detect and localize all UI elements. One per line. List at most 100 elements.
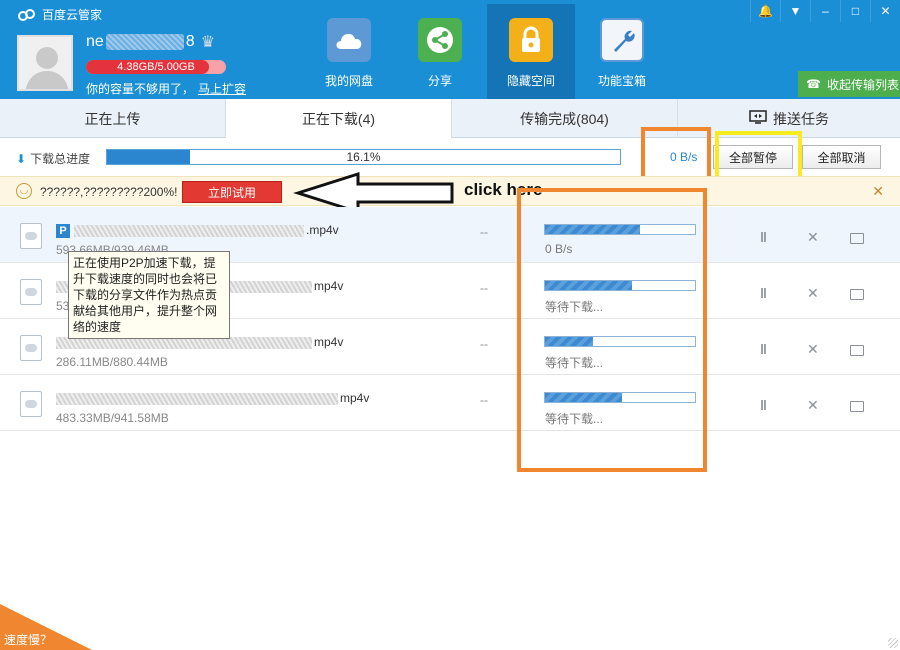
quota-note-text: 你的容量不够用了， [86, 82, 195, 96]
p2p-badge-icon: P [56, 223, 70, 238]
time-remaining: -- [480, 393, 488, 407]
pause-icon[interactable]: ‖ [760, 341, 768, 357]
folder-icon[interactable] [850, 233, 864, 244]
quota-note: 你的容量不够用了， 马上扩容 [86, 80, 246, 97]
close-icon[interactable]: ✕ [870, 0, 900, 22]
nav-label: 隐藏空间 [506, 74, 555, 88]
cancel-icon[interactable]: ✕ [807, 397, 819, 414]
folder-icon[interactable] [850, 345, 864, 356]
quota-bar: 4.38GB/5.00GB [86, 60, 226, 74]
video-file-icon [20, 391, 42, 417]
tab-uploading[interactable]: 正在上传 [0, 99, 226, 138]
time-remaining: -- [480, 281, 488, 295]
tab-label: 传输完成(804) [520, 110, 609, 127]
main-nav: 我的网盘 分享 隐藏空间 功能宝箱 [305, 4, 669, 99]
username-prefix: ne [86, 33, 104, 50]
p2p-tooltip: 正在使用P2P加速下载，提升下载速度的同时也会将已下载的分享文件作为热点贡献给其… [68, 251, 230, 339]
row-progress-bar [544, 280, 696, 291]
time-remaining: -- [480, 225, 488, 239]
file-ext: mp4v [314, 335, 344, 349]
notice-text: ??????,?????????200%! [40, 185, 178, 199]
total-progress-label: ⬇ 下载总进度 [16, 150, 90, 167]
cloud-icon [327, 18, 371, 62]
row-progress-fill [545, 225, 640, 234]
file-name-redacted [56, 392, 338, 405]
phone-icon: ☎ [806, 77, 821, 91]
speed-highlight-box [641, 127, 711, 183]
nav-toolbox[interactable]: 功能宝箱 [578, 4, 666, 99]
username-redacted [105, 34, 184, 50]
collapse-label: 收起传输列表 [826, 77, 899, 92]
window-controls: 🔔 ▼ – □ ✕ [750, 0, 900, 22]
nav-hidden-space[interactable]: 隐藏空间 [487, 4, 575, 99]
smile-icon: ◡ [16, 183, 32, 199]
tab-label: 正在下载(4) [301, 110, 376, 127]
row-progress-bar [544, 392, 696, 403]
tab-downloading[interactable]: 正在下载(4) [226, 99, 452, 139]
pause-icon[interactable]: ‖ [760, 397, 768, 413]
pause-icon[interactable]: ‖ [760, 229, 768, 245]
cancel-all-button[interactable]: 全部取消 [802, 145, 881, 169]
slow-speed-link[interactable]: 速度慢？ [4, 631, 52, 648]
app-title-text: 百度云管家 [42, 8, 103, 22]
avatar[interactable] [17, 35, 73, 91]
time-remaining: -- [480, 337, 488, 351]
resize-grip-icon[interactable] [888, 638, 898, 648]
header-bar: 百度云管家 🔔 ▼ – □ ✕ ne 8 ♛ 4.38GB/5.00GB 你的容… [0, 0, 900, 99]
close-icon[interactable]: ✕ [872, 183, 884, 200]
crown-icon[interactable]: ♛ [201, 32, 215, 52]
bell-icon[interactable]: 🔔 [750, 0, 780, 22]
user-silhouette-icon [25, 47, 69, 89]
video-file-icon [20, 223, 42, 249]
cancel-icon[interactable]: ✕ [807, 229, 819, 246]
total-progress-percent: 16.1% [346, 150, 381, 164]
baidu-cloud-logo-icon [18, 8, 35, 21]
pause-icon[interactable]: ‖ [760, 285, 768, 301]
nav-label: 功能宝箱 [597, 74, 646, 88]
collapse-transfer-list-button[interactable]: ☎ 收起传输列表 [798, 71, 900, 97]
file-name-redacted [74, 224, 304, 237]
nav-my-drive[interactable]: 我的网盘 [305, 4, 393, 99]
row-progress-fill [545, 337, 593, 346]
file-size: 483.33MB/941.58MB [56, 411, 169, 425]
minimize-icon[interactable]: – [810, 0, 840, 22]
file-ext: mp4v [314, 279, 344, 293]
row-progress-fill [545, 281, 632, 290]
file-name: P .mp4v [56, 223, 339, 238]
nav-label: 分享 [427, 74, 452, 88]
nav-share[interactable]: 分享 [396, 4, 484, 99]
file-ext: mp4v [340, 391, 370, 405]
file-ext: .mp4v [306, 223, 339, 237]
share-icon [418, 18, 462, 62]
row-progress-bar [544, 336, 696, 347]
menu-icon[interactable]: ▼ [780, 0, 810, 22]
username-suffix: 8 [185, 33, 195, 50]
row-status: 0 B/s [545, 242, 573, 256]
total-progress-bar: 16.1% [106, 149, 621, 165]
wrench-icon [600, 18, 644, 62]
cancel-icon[interactable]: ✕ [807, 341, 819, 358]
folder-icon[interactable] [850, 401, 864, 412]
file-size: 286.11MB/880.44MB [56, 355, 168, 369]
app-title: 百度云管家 [18, 6, 102, 23]
click-here-annotation: click here [464, 180, 543, 199]
total-progress-label-text: 下载总进度 [30, 152, 91, 166]
quota-text: 4.38GB/5.00GB [117, 61, 195, 73]
lock-icon [509, 18, 553, 62]
row-status: 等待下载... [545, 300, 604, 314]
monitor-icon [749, 110, 767, 127]
nav-label: 我的网盘 [324, 74, 373, 88]
expand-storage-link[interactable]: 马上扩容 [198, 82, 246, 96]
download-row[interactable]: mp4v 483.33MB/941.58MB -- 等待下载... ‖ ✕ [0, 375, 900, 431]
row-progress-fill [545, 393, 622, 402]
try-now-button[interactable]: 立即试用 [182, 181, 282, 203]
row-progress-bar [544, 224, 696, 235]
folder-icon[interactable] [850, 289, 864, 300]
row-status: 等待下载... [545, 412, 604, 426]
row-status: 等待下载... [545, 356, 604, 370]
tab-label: 正在上传 [84, 110, 141, 127]
cancel-icon[interactable]: ✕ [807, 285, 819, 302]
video-file-icon [20, 279, 42, 305]
download-arrow-icon: ⬇ [16, 152, 27, 166]
maximize-icon[interactable]: □ [840, 0, 870, 22]
